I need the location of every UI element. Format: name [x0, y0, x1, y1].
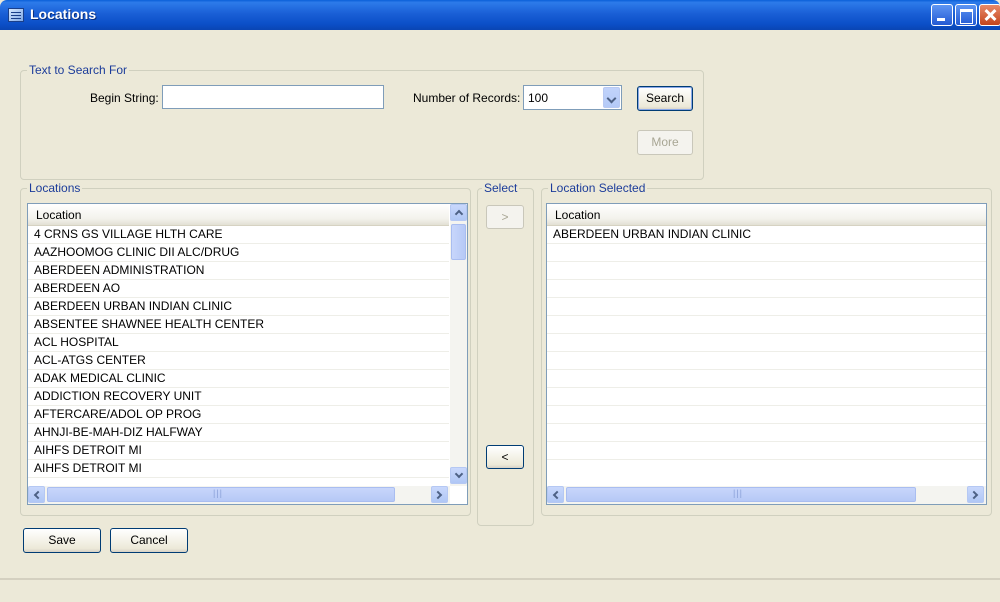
number-of-records-value: 100: [528, 91, 549, 105]
selected-location-row[interactable]: [547, 442, 986, 460]
location-row[interactable]: ABERDEEN AO: [28, 280, 449, 298]
location-row[interactable]: AIHFS DETROIT MI: [28, 442, 449, 460]
remove-selected-button[interactable]: <: [486, 445, 524, 469]
selected-location-row[interactable]: [547, 352, 986, 370]
location-row[interactable]: AFTERCARE/ADOL OP PROG: [28, 406, 449, 424]
selected-location-row[interactable]: [547, 280, 986, 298]
search-button[interactable]: Search: [637, 86, 693, 111]
scroll-left-icon[interactable]: [28, 486, 45, 503]
scroll-right-icon[interactable]: [967, 486, 984, 503]
select-group-label: Select: [482, 181, 520, 195]
location-row[interactable]: ACL HOSPITAL: [28, 334, 449, 352]
selected-location-row[interactable]: [547, 424, 986, 442]
selected-location-row[interactable]: [547, 370, 986, 388]
close-button[interactable]: [979, 4, 1000, 26]
location-row[interactable]: 4 CRNS GS VILLAGE HLTH CARE: [28, 226, 449, 244]
location-column-label: Location: [36, 208, 82, 222]
maximize-button[interactable]: [955, 4, 977, 26]
selected-location-row[interactable]: [547, 316, 986, 334]
locations-list[interactable]: Location 4 CRNS GS VILLAGE HLTH CARE AAZH…: [27, 203, 468, 505]
locations-group-label: Locations: [27, 181, 83, 195]
scroll-grip-icon: |||: [733, 488, 744, 498]
search-group-label: Text to Search For: [27, 63, 130, 77]
chevron-down-icon[interactable]: [603, 87, 620, 108]
selected-location-row[interactable]: [547, 244, 986, 262]
selected-location-row[interactable]: [547, 406, 986, 424]
window-title: Locations: [30, 6, 97, 22]
selected-locations-list[interactable]: Location ABERDEEN URBAN INDIAN CLINIC ||…: [546, 203, 987, 505]
selected-location-row[interactable]: [547, 334, 986, 352]
selected-location-row[interactable]: [547, 298, 986, 316]
location-row[interactable]: ABERDEEN URBAN INDIAN CLINIC: [28, 298, 449, 316]
application-icon: [8, 8, 24, 22]
locations-vertical-scrollbar[interactable]: [450, 204, 467, 486]
location-row[interactable]: ADDICTION RECOVERY UNIT: [28, 388, 449, 406]
scroll-left-icon[interactable]: [547, 486, 564, 503]
selected-horizontal-scrollbar[interactable]: |||: [547, 486, 986, 504]
selected-location-row[interactable]: [547, 262, 986, 280]
locations-window: Locations Text to Search For Begin Strin…: [0, 0, 1000, 602]
location-row[interactable]: AIHFS DETROIT MI: [28, 460, 449, 478]
location-row[interactable]: ABERDEEN ADMINISTRATION: [28, 262, 449, 280]
locations-rows: 4 CRNS GS VILLAGE HLTH CARE AAZHOOMOG CLI…: [28, 226, 449, 478]
location-row[interactable]: ADAK MEDICAL CLINIC: [28, 370, 449, 388]
save-button[interactable]: Save: [23, 528, 101, 553]
begin-string-label: Begin String:: [90, 91, 159, 105]
location-row[interactable]: ACL-ATGS CENTER: [28, 352, 449, 370]
title-bar[interactable]: Locations: [0, 0, 1000, 30]
number-of-records-label: Number of Records:: [413, 91, 521, 105]
selected-column-header[interactable]: Location: [547, 204, 986, 226]
scroll-right-icon[interactable]: [431, 486, 448, 503]
locations-column-header[interactable]: Location: [28, 204, 449, 226]
location-row[interactable]: AAZHOOMOG CLINIC DII ALC/DRUG: [28, 244, 449, 262]
selected-rows: ABERDEEN URBAN INDIAN CLINIC: [547, 226, 986, 460]
status-bar: [0, 578, 1000, 602]
locations-horizontal-scrollbar[interactable]: |||: [28, 486, 450, 504]
location-row[interactable]: ABSENTEE SHAWNEE HEALTH CENTER: [28, 316, 449, 334]
scroll-up-icon[interactable]: [450, 204, 467, 221]
selected-location-row[interactable]: [547, 388, 986, 406]
location-row[interactable]: AHNJI-BE-MAH-DIZ HALFWAY: [28, 424, 449, 442]
begin-string-input[interactable]: [162, 85, 384, 109]
add-selected-button[interactable]: >: [486, 205, 524, 229]
scroll-down-icon[interactable]: [450, 467, 467, 484]
more-button[interactable]: More: [637, 130, 693, 155]
selected-location-row[interactable]: ABERDEEN URBAN INDIAN CLINIC: [547, 226, 986, 244]
minimize-button[interactable]: [931, 4, 953, 26]
cancel-button[interactable]: Cancel: [110, 528, 188, 553]
vertical-scroll-thumb[interactable]: [451, 224, 466, 260]
scroll-grip-icon: |||: [213, 488, 224, 498]
selected-location-column-label: Location: [555, 208, 601, 222]
select-group: Select: [477, 181, 534, 526]
location-selected-group-label: Location Selected: [548, 181, 648, 195]
number-of-records-select[interactable]: 100: [523, 85, 622, 110]
